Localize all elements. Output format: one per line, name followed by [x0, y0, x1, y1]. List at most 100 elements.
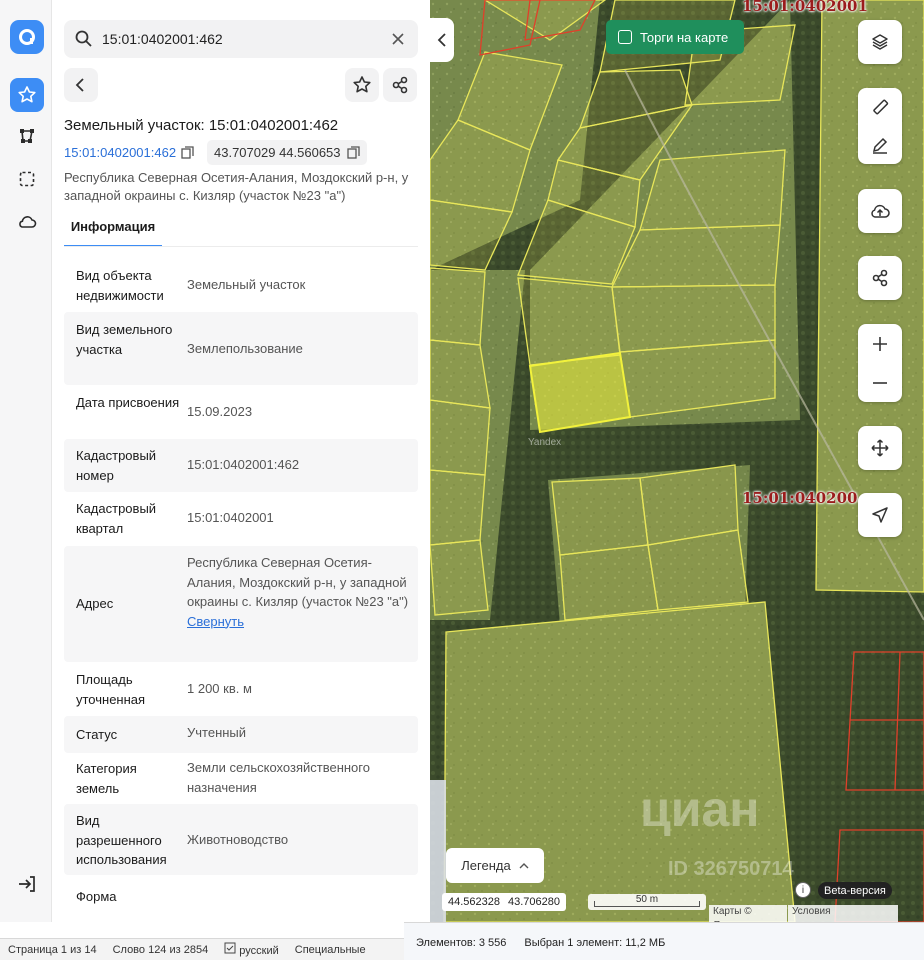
table-row: Вид разрешенного использования Животново… — [64, 804, 418, 875]
scale-bar: 50 m — [588, 894, 706, 910]
locate-button[interactable] — [858, 493, 902, 537]
table-row: Форма — [64, 875, 418, 915]
legend-label: Легенда — [461, 858, 511, 873]
coordinates-chip[interactable]: 43.707029 44.560653 — [207, 140, 367, 165]
table-row: Вид объекта недвижимости Земельный участ… — [64, 257, 418, 312]
selection-info: Выбран 1 элемент: 11,2 МБ — [524, 937, 666, 949]
elements-count: Элементов: 3 556 — [416, 937, 507, 949]
layers-button[interactable] — [858, 20, 902, 64]
polygon-icon[interactable] — [10, 119, 44, 153]
share-button[interactable] — [383, 68, 417, 102]
zoom-out-icon[interactable] — [871, 374, 889, 392]
auctions-label: Торги на карте — [640, 29, 729, 45]
row-key: Форма — [76, 889, 117, 904]
cadastral-link-text[interactable]: 15:01:0402001:462 — [64, 145, 176, 160]
row-value: Учтенный — [187, 725, 247, 740]
table-row: Кадастровый номер 15:01:0402001:462 — [64, 439, 418, 492]
layers-icon — [872, 34, 888, 50]
upload-cloud-icon — [871, 204, 890, 218]
table-row: Статус Учтенный — [64, 716, 418, 753]
tab-information[interactable]: Информация — [64, 212, 162, 247]
pan-button[interactable] — [858, 426, 902, 470]
chevron-up-icon — [519, 862, 529, 868]
edit-icon[interactable] — [870, 135, 890, 155]
row-key: Площадь уточненная — [76, 672, 146, 707]
row-key: Адрес — [76, 596, 114, 611]
table-row: Вид земельного участка Землепользование — [64, 312, 418, 385]
row-value: Земли сельскохозяйственного назначения — [187, 760, 370, 795]
share-map-button[interactable] — [858, 256, 902, 300]
collapse-link[interactable]: Свернуть — [187, 612, 411, 632]
row-value: 15:01:0402001 — [187, 510, 274, 525]
accessibility-indicator[interactable]: Специальные — [295, 944, 366, 956]
search-box[interactable]: 15:01:0402001:462 — [64, 20, 418, 58]
cursor-coordinates: 44.562328 43.706280 — [442, 893, 566, 911]
proofing-icon — [224, 942, 236, 954]
cian-id-watermark: ID 326750714 — [668, 858, 794, 880]
row-key: Категория земель — [76, 761, 137, 796]
collapse-panel-button[interactable] — [430, 18, 454, 62]
page-title: Земельный участок: 15:01:0402001:462 — [64, 117, 339, 134]
select-area-icon[interactable] — [10, 162, 44, 196]
window-gap — [0, 922, 404, 938]
auctions-checkbox[interactable] — [618, 30, 632, 44]
table-row: Адрес Республика Северная Осетия-Алания,… — [64, 546, 418, 662]
auctions-toggle[interactable]: Торги на карте — [606, 20, 744, 54]
back-button[interactable] — [64, 68, 98, 102]
share-icon — [872, 269, 888, 287]
accessibility-label: Специальные — [294, 943, 366, 956]
row-key: Кадастровый квартал — [76, 501, 157, 536]
terms-link[interactable]: Условия использования — [788, 905, 898, 922]
coordinates-text: 43.707029 44.560653 — [214, 145, 341, 160]
left-rail — [0, 0, 52, 922]
star-icon — [353, 76, 371, 93]
logout-icon[interactable] — [10, 867, 44, 901]
info-table: Вид объекта недвижимости Земельный участ… — [64, 257, 418, 915]
page-counter[interactable]: Страница 1 из 14 — [8, 944, 97, 956]
locate-icon — [872, 507, 888, 523]
row-value: Землепользование — [187, 341, 303, 356]
row-key: Кадастровый номер — [76, 448, 157, 483]
app-logo-icon[interactable] — [10, 20, 44, 54]
back-icon — [75, 78, 84, 92]
explorer-status-bar: Элементов: 3 556 Выбран 1 элемент: 11,2 … — [404, 922, 924, 960]
address-value-text: Республика Северная Осетия-Алания, Моздо… — [187, 555, 409, 609]
search-icon — [74, 29, 94, 54]
row-key: Вид земельного участка — [76, 322, 173, 357]
zoom-in-icon[interactable] — [871, 335, 889, 353]
info-panel: 15:01:0402001:462 Земельный участок: 15:… — [52, 0, 430, 922]
favorite-button[interactable] — [345, 68, 379, 102]
table-row: Кадастровый квартал 15:01:0402001 — [64, 492, 418, 546]
coord-lat: 43.706280 — [508, 896, 560, 908]
close-icon[interactable] — [388, 29, 408, 54]
upload-button[interactable] — [858, 189, 902, 233]
cloud-icon[interactable] — [10, 205, 44, 239]
table-row: Дата присвоения 15.09.2023 — [64, 385, 418, 439]
row-value: 1 200 кв. м — [187, 681, 252, 696]
address-subtitle: Республика Северная Осетия-Алания, Моздо… — [64, 170, 409, 203]
row-key: Вид объекта недвижимости — [76, 268, 164, 303]
word-counter[interactable]: Слово 124 из 2854 — [113, 944, 209, 956]
move-icon — [871, 439, 889, 457]
copy-icon — [346, 146, 360, 159]
map-attribution[interactable]: Карты © Яндекс — [709, 905, 787, 922]
cian-watermark: циан — [640, 781, 760, 837]
map-view[interactable]: Yandex циан ID 326750714 15:01:0402001 1… — [430, 0, 924, 922]
language-indicator[interactable]: русский — [224, 942, 279, 957]
info-icon[interactable]: i — [795, 882, 811, 898]
legend-button[interactable]: Легенда — [446, 848, 544, 883]
ruler-icon[interactable] — [870, 97, 890, 117]
row-value: 15.09.2023 — [187, 404, 253, 419]
copy-icon — [181, 146, 194, 159]
beta-badge: Beta-версия — [818, 882, 892, 899]
coord-lon: 44.562328 — [448, 896, 500, 908]
quarter-label: 15:01:040200 — [742, 489, 858, 507]
chevron-left-icon — [437, 33, 446, 47]
search-input[interactable]: 15:01:0402001:462 — [102, 31, 223, 47]
tab-divider — [64, 246, 418, 247]
row-key: Статус — [76, 727, 118, 742]
favorites-star-icon[interactable] — [10, 78, 44, 112]
cadastral-number-link[interactable]: 15:01:0402001:462 — [64, 145, 194, 160]
draw-tools — [858, 88, 902, 164]
yandex-watermark: Yandex — [528, 437, 562, 448]
